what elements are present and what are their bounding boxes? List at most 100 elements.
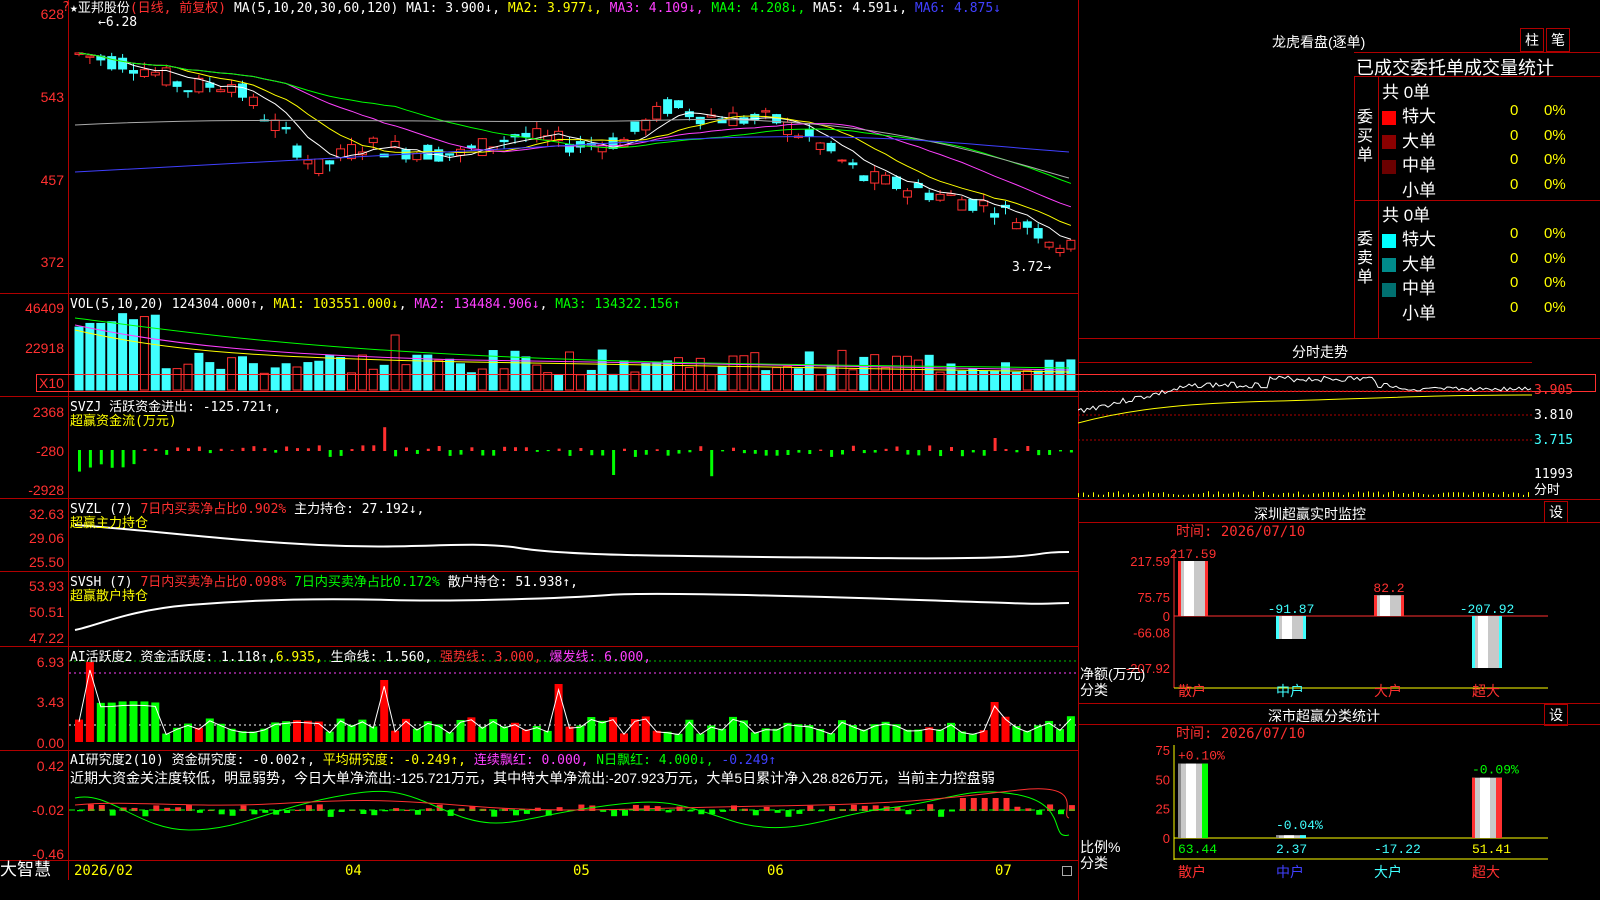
svzj-bar <box>950 447 953 451</box>
svzj-bar <box>535 450 539 452</box>
sc-tick: 0 <box>1163 831 1170 846</box>
fs-bottom: 分时 <box>1534 483 1561 498</box>
sc-bar-highlight <box>1186 763 1196 838</box>
candle-body <box>368 137 378 144</box>
fs-volume-bar <box>1123 494 1124 497</box>
svzj-bar <box>350 449 354 451</box>
ai2-bar <box>959 798 966 811</box>
ai1-bar <box>75 719 83 742</box>
svzj-header: SVZJ 活跃资金进出: -125.721↑, <box>70 400 282 415</box>
fs-volume-bar <box>1503 491 1504 497</box>
lock-icon[interactable] <box>1062 866 1072 876</box>
ai2-bar <box>251 810 258 815</box>
svzj-bar <box>633 450 637 457</box>
candle-body <box>870 171 880 184</box>
fs-volume-bar <box>1133 494 1134 497</box>
sc-bar <box>1472 777 1502 838</box>
fs-volume-bar <box>1488 493 1489 497</box>
ai2-bar <box>513 810 519 816</box>
divider <box>1354 76 1600 77</box>
ai2-bar <box>752 810 759 816</box>
svzj-bar <box>1069 450 1073 453</box>
ai2-bar <box>611 810 618 817</box>
candle-body <box>804 129 814 137</box>
candle-body <box>150 71 160 76</box>
sc-settings-button[interactable]: 设 <box>1544 704 1568 726</box>
price-tick: 457 <box>40 172 64 188</box>
fs-volume-bar <box>1388 492 1389 497</box>
price-tick: 372 <box>40 254 64 270</box>
sz-tick: 217.59 <box>1130 554 1170 569</box>
candle-body <box>292 145 302 158</box>
fs-volume-bar <box>1298 491 1299 497</box>
ai2-tick: 0.42 <box>36 758 64 774</box>
ai2-bar <box>981 798 988 811</box>
fs-volume-bar <box>1208 491 1209 497</box>
candle-body <box>1055 247 1065 254</box>
fs-volume-bar <box>1308 494 1309 497</box>
candle-body <box>1011 222 1021 230</box>
tab-zhu[interactable]: 柱 <box>1520 28 1544 52</box>
candle-body <box>248 96 258 107</box>
fs-volume-bar <box>1493 493 1494 497</box>
svzj-bar <box>383 427 387 451</box>
ai1-tick: 0.00 <box>36 735 64 751</box>
candle-body <box>892 176 901 190</box>
price-tick: 628 <box>40 6 64 22</box>
fs-volume-bar <box>1468 494 1469 497</box>
sc-unit: 比例% <box>1080 839 1121 855</box>
fs-volume-bar <box>1473 491 1474 497</box>
sz-bar <box>1472 616 1502 668</box>
fs-volume-bar <box>1458 492 1459 497</box>
ai2-bar <box>905 810 912 815</box>
fs-volume-bar <box>1518 493 1519 497</box>
candle-body <box>172 81 182 87</box>
svzj-bar <box>841 450 844 455</box>
svzj-tick: -2928 <box>28 482 64 498</box>
ai2-bar <box>1036 810 1043 815</box>
svzj-bar <box>426 448 430 451</box>
sc-bar-top-label: -0.09% <box>1472 763 1519 778</box>
fs-volume-bar <box>1248 494 1249 497</box>
svzj-bar <box>960 450 964 457</box>
ai1-bar <box>990 702 999 742</box>
sz-tick: 0 <box>1163 609 1170 624</box>
order-row-name: 中单 <box>1402 156 1436 175</box>
fs-volume-bar <box>1358 491 1359 497</box>
svzj-bar <box>732 447 735 451</box>
svzj-bar <box>437 446 441 451</box>
svzl-tick: 32.63 <box>28 506 64 522</box>
sz-settings-button[interactable]: 设 <box>1544 501 1568 523</box>
brand-label[interactable]: 大智慧 <box>0 861 51 878</box>
buy-label: 委买单 <box>1357 109 1374 164</box>
sc-bar-name: 中户 <box>1276 864 1304 880</box>
fs-volume-bar <box>1088 494 1089 497</box>
sc-bar-edge <box>1300 835 1306 838</box>
date-tick: 06 <box>767 863 784 879</box>
sc-bar-edge <box>1202 763 1208 838</box>
volume-header: VOL(5,10,20) 124304.000↑, MA1: 103551.00… <box>70 297 681 312</box>
sc-bar-name: 大户 <box>1374 864 1402 880</box>
tab-bi[interactable]: 笔 <box>1546 28 1570 52</box>
ai1-tick: 6.93 <box>36 654 64 670</box>
sc-title: 深市超赢分类统计 <box>1268 708 1380 724</box>
sz-title: 深圳超赢实时监控 <box>1254 506 1366 522</box>
sz-bar-label: -207.92 <box>1460 602 1515 617</box>
sz-bar <box>1374 595 1404 616</box>
fs-volume-bar <box>1083 492 1084 497</box>
color-swatch-icon <box>1382 184 1396 199</box>
fs-volume-bar <box>1323 492 1324 497</box>
ai2-bar <box>371 810 378 816</box>
svzj-bar <box>884 448 888 451</box>
ai1-bar <box>554 684 563 742</box>
fs-volume-bar <box>1198 494 1199 497</box>
fs-volume-bar <box>1108 492 1109 497</box>
fs-volume-bar <box>1438 494 1439 497</box>
order-total: 共 0单 <box>1382 83 1431 102</box>
candle-body <box>957 199 967 211</box>
vol-tick: 22918 <box>25 340 64 356</box>
ai1-bar <box>500 726 509 742</box>
ai1-bar <box>565 726 574 742</box>
ai2-bar <box>164 807 171 811</box>
high-price-label: ←6.28 <box>98 15 138 30</box>
